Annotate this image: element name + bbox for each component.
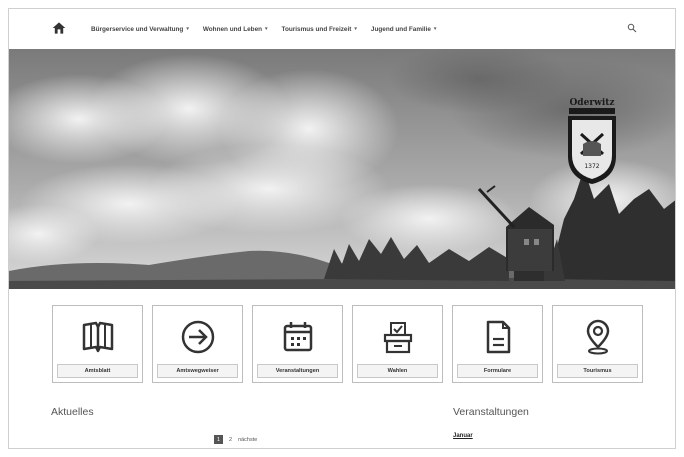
arrow-right-circle-icon (181, 320, 214, 354)
menu-item-wohnen[interactable]: Wohnen und Leben ▾ (203, 26, 268, 33)
menu-item-label: Bürgerservice und Verwaltung (91, 25, 184, 33)
tile-formulare[interactable]: Formulare (452, 305, 543, 383)
news-section-title: Aktuelles (51, 406, 94, 418)
coat-of-arms-logo: Oderwitz 1372 (568, 98, 616, 184)
page-1-button[interactable]: 1 (214, 435, 223, 444)
menu-item-buergerservice[interactable]: Bürgerservice und Verwaltung ▾ (91, 26, 189, 33)
menu-item-label: Jugend und Familie (370, 25, 431, 33)
menu-item-label: Wohnen und Leben (202, 25, 263, 33)
crest-lettering: Oderwitz (569, 98, 614, 108)
tile-amtswegweiser[interactable]: Amtswegweiser (152, 305, 243, 383)
chevron-down-icon: ▾ (186, 26, 189, 32)
news-pagination: 1 2 nächste (214, 435, 257, 444)
tile-tourismus[interactable]: Tourismus (552, 305, 643, 383)
crest-year: 1372 (584, 163, 599, 170)
tile-label: Wahlen (357, 364, 438, 378)
page-2-button[interactable]: 2 (229, 437, 232, 443)
menu-item-jugend[interactable]: Jugend und Familie ▾ (371, 26, 437, 33)
document-icon (486, 320, 510, 354)
tile-label: Amtswegweiser (157, 364, 238, 378)
tile-wahlen[interactable]: Wahlen (352, 305, 443, 383)
next-page-link[interactable]: nächste (238, 437, 257, 443)
calendar-icon (283, 322, 312, 352)
main-menu: Bürgerservice und Verwaltung ▾ Wohnen un… (91, 9, 436, 49)
book-icon (82, 321, 113, 353)
chevron-down-icon: ▾ (265, 26, 268, 32)
tile-label: Formulare (457, 364, 538, 378)
map-pin-icon (586, 319, 609, 355)
tile-veranstaltungen[interactable]: Veranstaltungen (252, 305, 343, 383)
events-month-link[interactable]: Januar (453, 433, 473, 439)
tile-label: Veranstaltungen (257, 364, 338, 378)
tile-amtsblatt[interactable]: Amtsblatt (52, 305, 143, 383)
search-icon[interactable] (627, 23, 637, 33)
tile-label: Amtsblatt (57, 364, 138, 378)
tile-label: Tourismus (557, 364, 638, 378)
home-icon[interactable] (52, 21, 66, 35)
events-section-title: Veranstaltungen (453, 406, 529, 418)
quicklink-tiles: Amtsblatt Amtswegweiser Veranstaltungen (52, 305, 643, 383)
ballot-box-icon (383, 322, 412, 354)
chevron-down-icon: ▾ (354, 26, 357, 32)
top-navigation: Bürgerservice und Verwaltung ▾ Wohnen un… (9, 9, 675, 49)
page: Bürgerservice und Verwaltung ▾ Wohnen un… (8, 8, 676, 449)
menu-item-tourismus[interactable]: Tourismus und Freizeit ▾ (282, 26, 357, 33)
menu-item-label: Tourismus und Freizeit (281, 25, 352, 33)
hero-image: Oderwitz 1372 (9, 49, 675, 289)
chevron-down-icon: ▾ (433, 26, 437, 32)
